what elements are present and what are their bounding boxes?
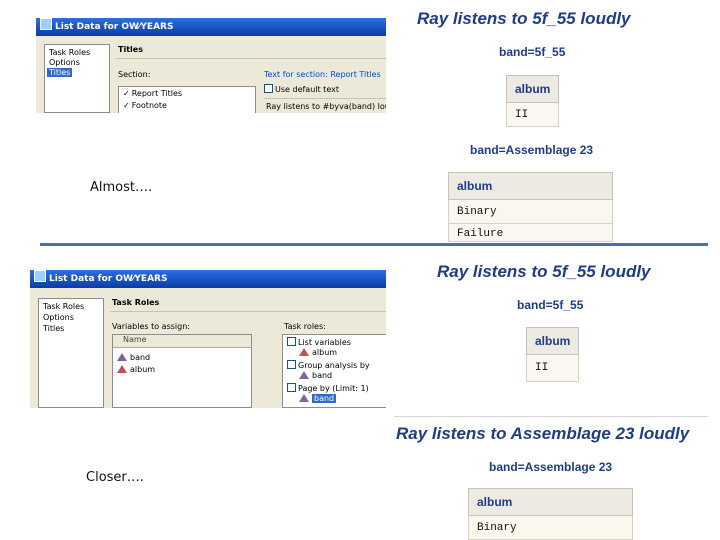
variable-icon xyxy=(117,353,127,361)
bottom-dialog-screenshot: List Data for OW⁄YEARS Task Roles Option… xyxy=(30,270,386,408)
nav-item-titles[interactable]: Titles xyxy=(43,324,64,333)
table-cell: Binary xyxy=(468,515,633,540)
bottom-caption: Closer…. xyxy=(86,470,144,485)
top-report-title: Ray listens to 5f_55 loudly xyxy=(417,9,631,28)
top-nav-panel: Task Roles Options Titles xyxy=(44,44,110,113)
section-item-footnote[interactable]: ✓ Footnote xyxy=(123,101,167,110)
top-group1-table: album II xyxy=(505,75,560,127)
text-for-section-label: Text for section: Report Titles xyxy=(264,70,381,79)
bottom-report1-table: album II xyxy=(525,327,580,382)
role-child-selected[interactable]: band xyxy=(299,394,337,403)
variable-icon xyxy=(299,348,309,356)
use-default-checkbox[interactable]: Use default text xyxy=(264,84,339,94)
bottom-report2-heading: band=Assemblage 23 xyxy=(489,460,613,474)
column-header: album xyxy=(505,75,560,103)
checkbox-icon xyxy=(264,84,273,93)
table-cell: II xyxy=(525,354,580,382)
title-text-input[interactable]: Ray listens to #byva(band) loudly xyxy=(266,102,386,111)
variables-label: Variables to assign: xyxy=(112,322,190,331)
column-header: album xyxy=(525,327,580,355)
role-child[interactable]: band xyxy=(299,371,332,380)
bottom-nav-panel: Task Roles Options Titles xyxy=(38,298,104,408)
role-page-by[interactable]: Page by (Limit: 1) xyxy=(287,383,369,393)
role-child[interactable]: album xyxy=(299,348,337,357)
column-header: album xyxy=(448,172,613,200)
section-item-report-titles[interactable]: ✓ Report Titles xyxy=(123,89,182,98)
variables-list[interactable]: Name band album xyxy=(112,334,252,408)
role-group-analysis[interactable]: Group analysis by xyxy=(287,360,370,370)
variable-icon xyxy=(299,371,309,379)
table-cell: Binary xyxy=(448,199,613,224)
column-header: album xyxy=(468,488,633,516)
top-group2-table: album Binary Failure xyxy=(448,172,613,242)
nav-item-titles[interactable]: Titles xyxy=(47,68,73,77)
window-app-icon xyxy=(40,18,52,30)
variable-icon xyxy=(117,365,127,373)
top-dialog-titlebar: List Data for OW⁄YEARS xyxy=(36,18,386,36)
section-divider xyxy=(40,243,708,246)
bottom-report2-title: Ray listens to Assemblage 23 loudly xyxy=(396,424,690,443)
top-dialog-title: List Data for OW⁄YEARS xyxy=(55,22,174,32)
check-icon: ✓ xyxy=(123,101,130,110)
bottom-dialog-titlebar: List Data for OW⁄YEARS xyxy=(30,270,386,288)
top-group1-heading: band=5f_55 xyxy=(499,45,566,59)
nav-item-task-roles[interactable]: Task Roles xyxy=(43,302,84,311)
section-label: Section: xyxy=(118,70,151,79)
list-item[interactable]: band xyxy=(117,353,150,362)
variables-column-header[interactable]: Name xyxy=(113,335,251,348)
nav-item-options[interactable]: Options xyxy=(43,313,74,322)
check-icon: ✓ xyxy=(123,89,130,98)
folder-icon xyxy=(287,337,296,346)
bottom-dialog-title: List Data for OW⁄YEARS xyxy=(49,274,168,284)
window-app-icon xyxy=(34,270,46,282)
bottom-report2-table: album Binary xyxy=(468,488,633,540)
bottom-report1-title: Ray listens to 5f_55 loudly xyxy=(437,262,651,281)
report-separator xyxy=(394,416,708,417)
folder-icon xyxy=(287,383,296,392)
bottom-report1-heading: band=5f_55 xyxy=(517,298,584,312)
top-caption: Almost…. xyxy=(90,180,153,195)
nav-item-options[interactable]: Options xyxy=(49,58,80,67)
folder-icon xyxy=(287,360,296,369)
section-heading: Task Roles xyxy=(112,298,160,307)
top-group2-heading: band=Assemblage 23 xyxy=(470,143,594,157)
table-cell: II xyxy=(505,102,560,127)
list-item[interactable]: album xyxy=(117,365,155,374)
table-cell: Failure xyxy=(448,223,613,242)
nav-item-task-roles[interactable]: Task Roles xyxy=(49,48,90,57)
role-list-variables[interactable]: List variables xyxy=(287,337,351,347)
section-heading: Titles xyxy=(118,45,143,54)
task-roles-tree[interactable]: List variables album Group analysis by b… xyxy=(282,334,386,408)
variable-icon xyxy=(299,394,309,402)
section-list[interactable]: ✓ Report Titles ✓ Footnote xyxy=(118,86,256,113)
task-roles-label: Task roles: xyxy=(284,322,326,331)
top-dialog-screenshot: List Data for OW⁄YEARS Task Roles Option… xyxy=(36,18,386,113)
